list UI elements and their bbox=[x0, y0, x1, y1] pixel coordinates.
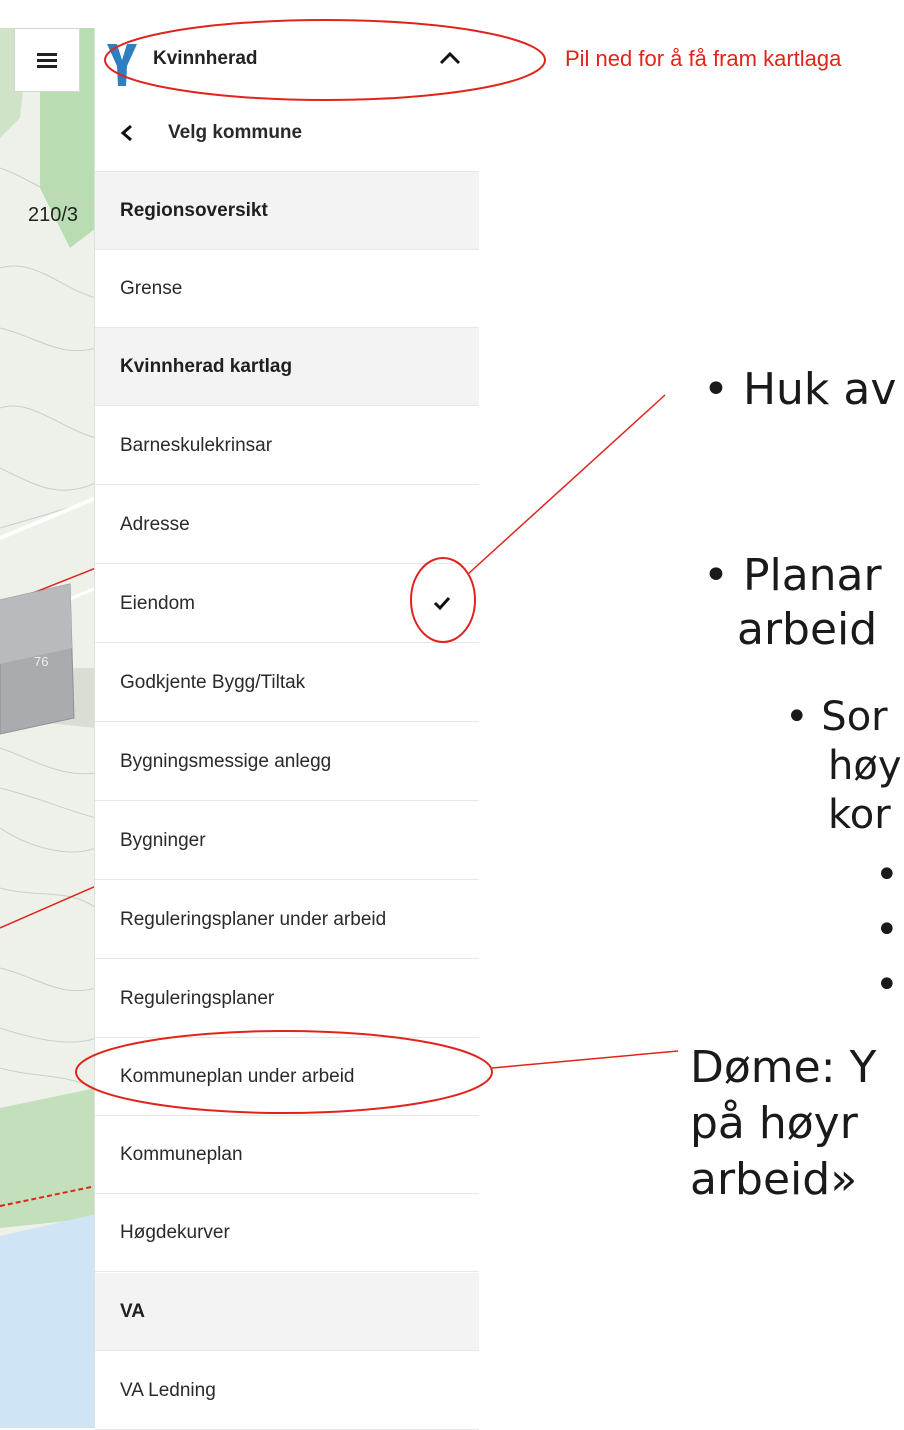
layer-item-reguleringsplaner-under-arbeid[interactable]: Reguleringsplaner under arbeid bbox=[95, 881, 479, 959]
layer-item-adresse[interactable]: Adresse bbox=[95, 486, 479, 564]
section-label: VA bbox=[120, 1300, 145, 1322]
layer-item-va-ledning[interactable]: VA Ledning bbox=[95, 1352, 479, 1430]
annotation-callout-text: Pil ned for å få fram kartlaga bbox=[565, 46, 842, 71]
slide-bullet-4: • bbox=[875, 852, 899, 898]
section-kvinnherad-kartlag: Kvinnherad kartlag bbox=[95, 328, 479, 406]
layer-label: Høgdekurver bbox=[120, 1221, 230, 1243]
section-va: VA bbox=[95, 1273, 479, 1351]
layer-item-grense[interactable]: Grense bbox=[95, 250, 479, 328]
layer-label: VA Ledning bbox=[120, 1379, 216, 1401]
slide-bullet-2-line-2: arbeid bbox=[737, 604, 878, 655]
menu-button[interactable] bbox=[14, 28, 80, 92]
layer-label: Kommuneplan bbox=[120, 1143, 243, 1165]
chevron-left-icon bbox=[120, 124, 132, 141]
layer-label: Reguleringsplaner under arbeid bbox=[120, 908, 387, 930]
layer-item-bygningsmessige-anlegg[interactable]: Bygningsmessige anlegg bbox=[95, 723, 479, 801]
checkmark-callout-line bbox=[467, 394, 666, 575]
kommuneplan-callout-line bbox=[491, 1050, 679, 1069]
layer-item-bygninger[interactable]: Bygninger bbox=[95, 802, 479, 880]
slide-bullet-3-line-3: kor bbox=[828, 792, 891, 838]
layer-label: Godkjente Bygg/Tiltak bbox=[120, 671, 306, 693]
layer-item-godkjente-bygg[interactable]: Godkjente Bygg/Tiltak bbox=[95, 644, 479, 722]
map-background bbox=[0, 28, 96, 1428]
layer-label: Eiendom bbox=[120, 592, 195, 614]
slide-bullet-1: • Huk av bbox=[703, 364, 897, 415]
layer-label: Bygninger bbox=[120, 829, 206, 851]
layer-label: Bygningsmessige anlegg bbox=[120, 750, 332, 772]
layer-label: Barneskulekrinsar bbox=[120, 434, 273, 456]
layer-item-reguleringsplaner[interactable]: Reguleringsplaner bbox=[95, 960, 479, 1038]
kommune-logo-icon bbox=[107, 44, 137, 86]
layer-item-barneskulekrinsar[interactable]: Barneskulekrinsar bbox=[95, 407, 479, 485]
map-building-label: 76 bbox=[34, 654, 49, 669]
section-label: Kvinnherad kartlag bbox=[120, 355, 293, 377]
slide-bullet-3-line-2: høy bbox=[828, 743, 902, 789]
hamburger-icon bbox=[37, 50, 57, 71]
layer-label: Reguleringsplaner bbox=[120, 987, 275, 1009]
slide-example-line-1: Døme: Y bbox=[690, 1042, 877, 1093]
layer-item-hogdekurver[interactable]: Høgdekurver bbox=[95, 1194, 479, 1272]
checkmark-icon bbox=[433, 596, 451, 611]
slide-bullet-2-line-1: • Planar bbox=[703, 550, 882, 601]
map-view[interactable]: 210/3 76 bbox=[0, 28, 96, 1428]
slide-bullet-5: • bbox=[875, 907, 899, 953]
slide-example-line-2: på høyr bbox=[690, 1098, 858, 1149]
layer-label: Kommuneplan under arbeid bbox=[120, 1065, 355, 1087]
kommune-name: Kvinnherad bbox=[153, 48, 258, 69]
layer-item-kommuneplan[interactable]: Kommuneplan bbox=[95, 1116, 479, 1194]
slide-bullet-6: • bbox=[875, 962, 899, 1008]
layer-label: Grense bbox=[120, 277, 183, 299]
back-label: Velg kommune bbox=[168, 121, 303, 143]
slide-bullet-3-line-1: • Sor bbox=[785, 694, 888, 740]
map-lot-label: 210/3 bbox=[28, 204, 79, 226]
layer-label: Adresse bbox=[120, 513, 190, 535]
layer-item-eiendom[interactable]: Eiendom bbox=[95, 565, 479, 643]
section-regionsoversikt: Regionsoversikt bbox=[95, 172, 479, 250]
kommune-header[interactable]: Kvinnherad bbox=[95, 28, 479, 94]
chevron-up-icon[interactable] bbox=[439, 50, 461, 66]
layer-item-kommuneplan-under-arbeid[interactable]: Kommuneplan under arbeid bbox=[95, 1038, 479, 1116]
back-to-kommune-button[interactable]: Velg kommune bbox=[95, 94, 479, 172]
layer-panel: Kvinnherad Velg kommune Regionsoversikt … bbox=[94, 28, 479, 1430]
section-label: Regionsoversikt bbox=[120, 199, 268, 221]
slide-example-line-3: arbeid» bbox=[690, 1154, 858, 1205]
